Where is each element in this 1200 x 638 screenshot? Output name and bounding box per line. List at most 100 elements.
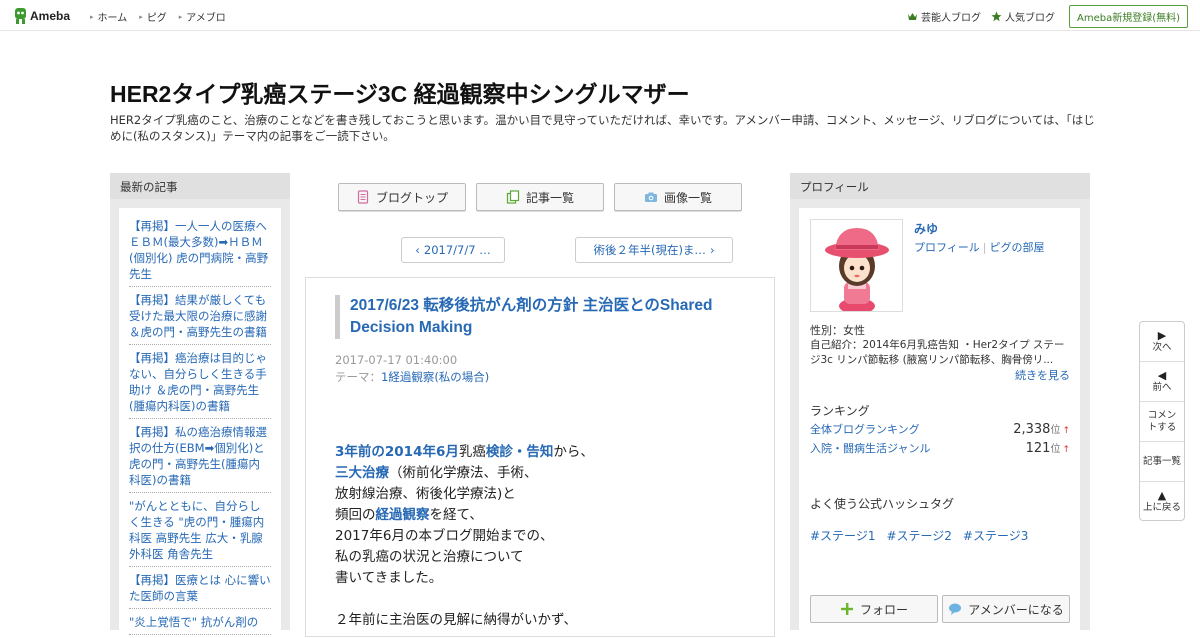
article-title[interactable]: 2017/6/23 転移後抗がん剤の方針 主治医とのShared Decisio…: [335, 295, 755, 339]
article-body-line: 頻回の経過観察を経て、: [335, 505, 755, 526]
copy-icon: [506, 190, 520, 204]
article-body-line: 3年前の2014年6月乳癌検診・告知から、: [335, 442, 755, 463]
celebrity-blog-label: 芸能人ブログ: [920, 13, 981, 24]
profile-links: プロフィール | ピグの部屋: [914, 239, 1045, 255]
profile-link[interactable]: プロフィール: [914, 241, 980, 254]
logo-text: Ameba: [30, 8, 71, 23]
ranking-value: 2,338: [1013, 422, 1051, 437]
theme-link[interactable]: 1経過観察(私の場合): [381, 370, 489, 384]
image-list-button[interactable]: 画像一覧: [614, 183, 742, 211]
pig-room-link[interactable]: ピグの部屋: [990, 241, 1045, 254]
global-header: Ameba ▸ ホーム ▸ ピグ ▸ アメブロ 芸能人ブログ 人気ブログ Ameba新…: [0, 0, 1200, 31]
ranking-value: 121: [1025, 441, 1051, 456]
float-next-button[interactable]: ▶ 次へ: [1140, 322, 1184, 362]
article-text: 私の乳癌の状況と治療について: [335, 549, 524, 565]
article-body-line: 私の乳癌の状況と治療について: [335, 547, 755, 568]
image-list-label: 画像一覧: [663, 190, 712, 205]
arrow-up-icon: ↑: [1062, 445, 1070, 455]
article-text: （術前化学療法、手術、: [389, 465, 538, 481]
article-body: 3年前の2014年6月乳癌検診・告知から、三大治療（術前化学療法、手術、放射線治…: [335, 442, 755, 631]
article-keyword: 経過観察: [375, 507, 430, 523]
previous-article-button[interactable]: ‹ 2017/7/7 …: [401, 237, 505, 263]
recent-article-link[interactable]: 【再掲】癌治療は目的じゃない、自分らしく生きる手助け ＆虎の門・高野先生(腫瘍内…: [129, 348, 271, 419]
recent-article-link[interactable]: 【再掲】私の癌治療情報選択の仕方(EBM➡個別化)と虎の門・高野先生(腫瘍内科医…: [129, 422, 271, 493]
arrow-up-icon: ↑: [1062, 426, 1070, 436]
profile-name[interactable]: みゆ: [914, 220, 938, 237]
camera-icon: [644, 192, 657, 202]
separator: |: [982, 241, 987, 254]
ranking-row: 全体ブログランキング 2,338位 ↑: [810, 421, 1070, 437]
profile-heading: プロフィール: [790, 173, 1090, 199]
amember-button[interactable]: アメンバーになる: [942, 595, 1070, 623]
article-body-line: 書いてきました。: [335, 568, 755, 589]
arrow-up-icon: ▲: [1157, 489, 1167, 502]
nav-item-pig[interactable]: ▸ ピグ: [139, 9, 167, 25]
caret-right-icon: ▸: [90, 12, 94, 21]
arrow-left-icon: ◀: [1157, 368, 1167, 382]
recent-article-link[interactable]: 【再掲】一人一人の医療へ ＥＢＭ(最大多数)➡ＨＢＭ(個別化) 虎の門病院・高野…: [129, 216, 271, 287]
chevron-left-icon: ‹: [415, 243, 420, 257]
follow-button[interactable]: フォロー: [810, 595, 938, 623]
nav-item-ameblo[interactable]: ▸ アメブロ: [179, 9, 226, 25]
global-nav: ▸ ホーム ▸ ピグ ▸ アメブロ: [90, 9, 238, 25]
nav-item-label: ピグ: [146, 13, 167, 24]
article-text: 乳癌: [458, 444, 486, 460]
article-text: ２年前に主治医の見解に納得がいかず、: [335, 612, 578, 628]
recent-article-link[interactable]: 【再掲】結果が厳しくても受けた最大限の治療に感謝 ＆虎の門・高野先生の書籍: [129, 290, 271, 345]
blog-top-button[interactable]: ブログトップ: [338, 183, 466, 211]
blog-title[interactable]: HER2タイプ乳癌ステージ3C 経過観察中シングルマザー: [110, 75, 690, 109]
recent-article-link[interactable]: "がんとともに、自分らしく生きる "虎の門・腫瘍内科医 高野先生 広大・乳腺外科…: [129, 496, 271, 567]
article-keyword: 検診・告知: [485, 444, 554, 460]
avatar[interactable]: [810, 219, 903, 312]
crown-icon: [907, 13, 917, 20]
ameba-logo[interactable]: Ameba: [14, 7, 70, 24]
caret-right-icon: ▸: [139, 12, 143, 21]
float-comment-label: コメントする: [1147, 409, 1177, 433]
ameba-logo-icon: [15, 8, 26, 24]
ranking-unit: 位: [1050, 425, 1061, 436]
ranking-value-group: 121位 ↑: [1026, 440, 1070, 456]
ranking-row: 入院・闘病生活ジャンル 121位 ↑: [810, 440, 1070, 456]
ranking-value-group: 2,338位 ↑: [1013, 421, 1070, 437]
profile-box: みゆ プロフィール | ピグの部屋 性別：女性 自己紹介：2014年6月乳癌告知 ・…: [799, 208, 1080, 638]
read-more-link[interactable]: 続きを見る: [1015, 367, 1070, 383]
float-prev-label: 前へ: [1152, 381, 1172, 393]
article-text: 書いてきました。: [335, 570, 443, 586]
nav-item-label: ホーム: [97, 13, 128, 24]
next-article-button[interactable]: 術後２年半(現在)ま… ›: [575, 237, 733, 263]
article-keyword: 3年前の2014年6月: [335, 444, 459, 460]
article-text: 放射線治療、術後化学療法)と: [335, 486, 516, 502]
float-article-list-label: 記事一覧: [1142, 455, 1181, 467]
hashtag-link[interactable]: #ステージ2: [886, 527, 951, 544]
hashtag-list: #ステージ1 #ステージ2 #ステージ3: [810, 527, 1039, 544]
float-article-list-button[interactable]: 記事一覧: [1140, 442, 1184, 482]
popular-blog-link[interactable]: 人気ブログ: [991, 9, 1055, 24]
hashtag-link[interactable]: #ステージ3: [963, 527, 1028, 544]
nav-item-home[interactable]: ▸ ホーム: [90, 9, 128, 25]
previous-article-label: 2017/7/7 …: [423, 243, 491, 257]
follow-label: フォロー: [859, 602, 908, 617]
amember-label: アメンバーになる: [968, 602, 1064, 617]
next-article-label: 術後２年半(現在)ま…: [593, 243, 706, 257]
float-top-button[interactable]: ▲ 上に戻る: [1140, 482, 1184, 520]
arrow-right-icon: ▶: [1157, 328, 1167, 342]
float-comment-button[interactable]: コメントする: [1140, 402, 1184, 442]
celebrity-blog-link[interactable]: 芸能人ブログ: [907, 9, 981, 24]
float-top-label: 上に戻る: [1142, 502, 1181, 513]
profile-panel: プロフィール みゆ プロフィール | ピグの部屋 性別：女性 自己紹介：2014…: [790, 173, 1090, 638]
article: 2017/6/23 転移後抗がん剤の方針 主治医とのShared Decisio…: [305, 277, 775, 637]
article-list-button[interactable]: 記事一覧: [476, 183, 604, 211]
ranking-name[interactable]: 入院・闘病生活ジャンル: [810, 440, 930, 456]
recent-article-link[interactable]: 【再掲】医療とは 心に響いた医師の言葉: [129, 570, 271, 609]
article-date: 2017-07-17 01:40:00: [335, 353, 458, 367]
recent-article-link[interactable]: "炎上覚悟で" 抗がん剤の: [129, 612, 271, 635]
floating-nav: ▶ 次へ ◀ 前へ コメントする 記事一覧 ▲ 上に戻る: [1139, 321, 1185, 521]
article-body-line: 放射線治療、術後化学療法)と: [335, 484, 755, 505]
plus-icon: [840, 603, 853, 615]
ranking-name[interactable]: 全体ブログランキング: [810, 421, 920, 437]
float-prev-button[interactable]: ◀ 前へ: [1140, 362, 1184, 402]
hashtag-link[interactable]: #ステージ1: [810, 527, 875, 544]
article-keyword: 三大治療: [335, 465, 389, 481]
register-button[interactable]: Ameba新規登録(無料): [1068, 5, 1188, 28]
article-body-line: [335, 589, 755, 610]
